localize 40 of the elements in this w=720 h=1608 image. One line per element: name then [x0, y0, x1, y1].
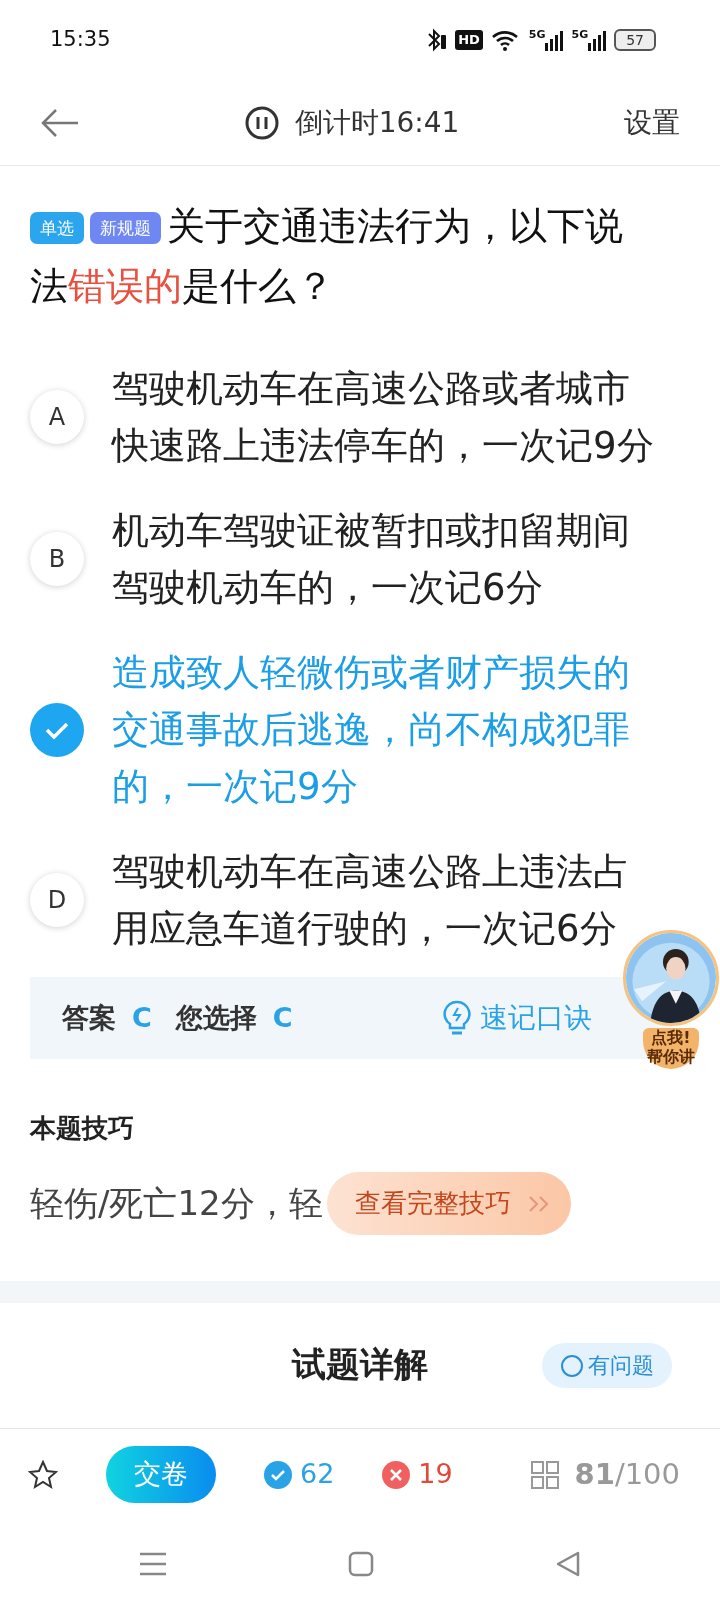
signal-icon [588, 29, 607, 51]
section-title: 试题详解 [292, 1343, 428, 1386]
question-text: 单选 新规题 关于交通违法行为，以下说法错误的是什么？ [29, 203, 624, 310]
settings-link[interactable]: 设置 [624, 101, 680, 144]
answer-label: 答案 [62, 1000, 116, 1035]
option-letter[interactable]: B [30, 532, 84, 586]
option-text[interactable]: 驾驶机动车在高速公路上违法占用应急车道行驶的，一次记6分 [112, 843, 658, 957]
network-label: 5G [528, 29, 546, 40]
check-icon[interactable] [30, 702, 84, 757]
correct-count: 62 [300, 1457, 335, 1492]
option-letter[interactable]: A [30, 390, 84, 444]
double-chevron-icon [526, 1193, 551, 1214]
check-icon [264, 1460, 292, 1489]
hd-icon: HD [455, 30, 483, 50]
choice-label: 您选择 [175, 1000, 257, 1035]
back-icon[interactable] [555, 1551, 582, 1577]
countdown-timer: 倒计时16:41 [294, 104, 460, 141]
lightbulb-icon[interactable] [442, 999, 472, 1037]
tips-preview: 轻伤/死亡12分，轻 [30, 1182, 323, 1225]
network-label: 5G [571, 29, 589, 40]
star-icon[interactable] [28, 1459, 58, 1490]
signal-icon [545, 29, 564, 51]
wrong-count: 19 [418, 1457, 453, 1492]
battery-icon: 57 [614, 29, 656, 51]
option-text[interactable]: 机动车驾驶证被暂扣或扣留期间驾驶机动车的，一次记6分 [112, 502, 658, 616]
promo-label[interactable]: 点我! 帮你讲 [643, 1028, 699, 1069]
choice-value: C [272, 1000, 293, 1035]
status-time: 15:35 [50, 26, 111, 54]
answer-value: C [132, 1000, 152, 1035]
tips-title: 本题技巧 [29, 1112, 135, 1145]
option-letter[interactable]: D [30, 873, 84, 927]
option-text[interactable]: 驾驶机动车在高速公路或者城市快速路上违法停车的，一次记9分 [112, 360, 658, 474]
grid-icon[interactable] [530, 1460, 559, 1489]
bluetooth-icon [425, 27, 448, 53]
home-icon[interactable] [348, 1551, 374, 1577]
back-arrow-icon[interactable] [40, 107, 80, 138]
view-full-tips-button[interactable]: 查看完整技巧 [326, 1172, 571, 1235]
menu-icon[interactable] [138, 1552, 167, 1576]
close-icon [382, 1460, 411, 1489]
pause-icon[interactable] [244, 105, 279, 140]
